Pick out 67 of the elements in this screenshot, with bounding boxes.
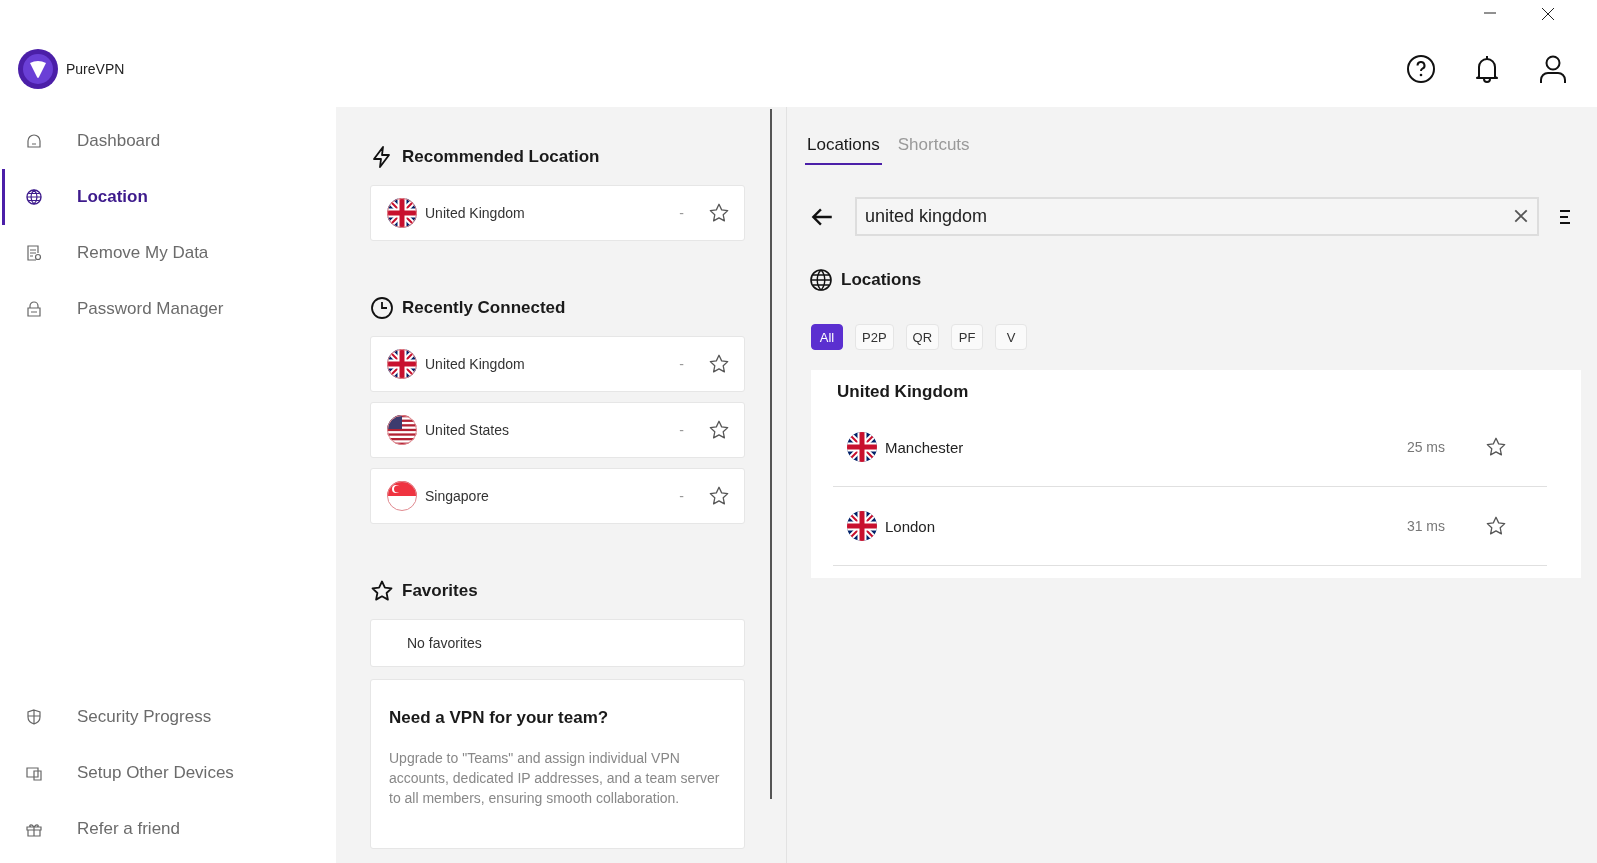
- document-icon: [25, 244, 43, 262]
- flag-icon: [387, 415, 417, 445]
- menu-icon[interactable]: [1559, 208, 1571, 225]
- filter-chip[interactable]: P2P: [855, 324, 894, 350]
- flag-icon: [847, 432, 877, 462]
- filter-chip[interactable]: All: [811, 324, 843, 350]
- star-icon[interactable]: [1485, 515, 1507, 537]
- location-name: Singapore: [425, 488, 490, 504]
- promo-title: Need a VPN for your team?: [389, 708, 610, 728]
- flag-icon: [387, 198, 417, 228]
- globe-icon: [809, 268, 833, 292]
- location-name: United Kingdom: [425, 205, 526, 221]
- location-name: United Kingdom: [425, 356, 526, 372]
- section-title: Favorites: [402, 581, 478, 601]
- ping-value: -: [679, 205, 684, 221]
- clock-icon: [370, 296, 394, 320]
- star-icon[interactable]: [1485, 436, 1507, 458]
- search-field[interactable]: united kingdom: [855, 197, 1539, 236]
- location-card[interactable]: United Kingdom -: [370, 336, 745, 392]
- ping-value: -: [679, 488, 684, 504]
- ping-value: 31 ms: [1406, 518, 1445, 534]
- city-row[interactable]: Manchester 25 ms: [833, 408, 1547, 487]
- ping-value: 25 ms: [1406, 439, 1445, 455]
- ping-value: -: [679, 422, 684, 438]
- app-name: PureVPN: [66, 60, 125, 77]
- star-icon: [370, 579, 394, 603]
- section-title: Recommended Location: [402, 147, 600, 167]
- sidebar-item[interactable]: Remove My Data: [2, 225, 336, 281]
- location-card[interactable]: Singapore -: [370, 468, 745, 524]
- star-icon[interactable]: [708, 419, 730, 441]
- empty-message: No favorites: [407, 635, 482, 651]
- star-icon[interactable]: [708, 202, 730, 224]
- sidebar-item[interactable]: Password Manager: [2, 281, 336, 337]
- flag-icon: [387, 481, 417, 511]
- sidebar-item[interactable]: Dashboard: [2, 113, 336, 169]
- shield-icon: [25, 708, 43, 726]
- clear-icon[interactable]: [1513, 208, 1529, 224]
- sidebar-item[interactable]: Security Progress: [2, 689, 336, 745]
- globe-icon: [25, 188, 43, 206]
- devices-icon: [25, 764, 43, 782]
- country-title: United Kingdom: [837, 382, 970, 402]
- home-icon: [25, 132, 43, 150]
- city-name: London: [885, 517, 937, 535]
- city-name: Manchester: [885, 438, 965, 456]
- promo-text: Upgrade to "Teams" and assign individual VPN accounts, dedicated IP addresses, and a team server to all members, ensuring smooth collaboration.: [389, 749, 721, 808]
- star-icon[interactable]: [708, 485, 730, 507]
- close-icon[interactable]: [1541, 7, 1555, 21]
- scrollbar[interactable]: [770, 109, 772, 799]
- ping-value: -: [679, 356, 684, 372]
- filter-chip[interactable]: V: [995, 324, 1028, 350]
- location-card[interactable]: United Kingdom -: [370, 185, 745, 241]
- star-icon[interactable]: [708, 353, 730, 375]
- flag-icon: [847, 511, 877, 541]
- location-name: United States: [425, 422, 511, 438]
- location-card[interactable]: United States -: [370, 402, 745, 458]
- section-title: Locations: [841, 270, 922, 290]
- sidebar-item[interactable]: Refer a friend: [2, 801, 336, 857]
- logo-icon: [18, 48, 58, 89]
- filter-chip[interactable]: QR: [905, 324, 940, 350]
- city-row[interactable]: London 31 ms: [833, 487, 1547, 566]
- section-title: Recently Connected: [402, 298, 566, 318]
- tab[interactable]: Locations: [805, 133, 882, 165]
- lock-icon: [25, 300, 43, 318]
- flag-icon: [387, 349, 417, 379]
- help-icon[interactable]: [1405, 52, 1437, 85]
- sidebar-item[interactable]: Setup Other Devices: [2, 745, 336, 801]
- filter-chip[interactable]: PF: [951, 324, 984, 350]
